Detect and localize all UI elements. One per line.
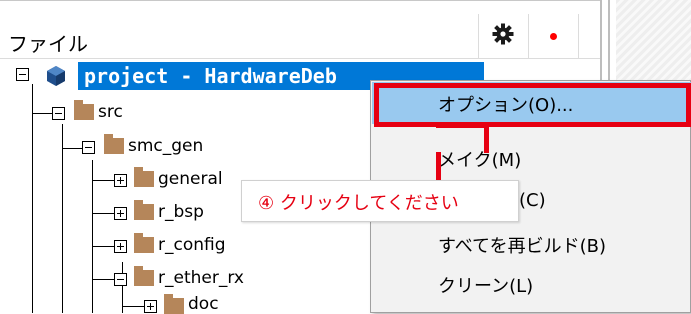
tree-guide (92, 180, 114, 181)
header-divider (478, 14, 479, 58)
header-divider (528, 14, 529, 58)
menu-item-rebuild-all[interactable]: すべてを再ビルド(B) (438, 232, 606, 258)
tree-item-smc-gen[interactable]: smc_gen (128, 136, 203, 156)
folder-icon (74, 100, 94, 120)
pane-header-label: ファイル (8, 32, 88, 56)
tree-guide (32, 113, 52, 114)
tree-item-r-bsp[interactable]: r_bsp (158, 202, 204, 222)
highlight-box (374, 83, 691, 127)
tree-item-doc[interactable]: doc (188, 294, 219, 314)
folder-icon (134, 233, 154, 253)
header-divider (578, 14, 579, 58)
collapse-icon[interactable] (52, 107, 65, 120)
collapse-icon[interactable] (16, 68, 29, 81)
callout-connector (484, 123, 489, 153)
folder-icon (134, 200, 154, 220)
callout-connector (436, 123, 488, 128)
tree-item-src[interactable]: src (98, 102, 123, 122)
folder-icon (134, 167, 154, 187)
tree-item-r-config[interactable]: r_config (158, 235, 226, 255)
tree-guide (62, 148, 82, 149)
expand-icon[interactable] (114, 174, 127, 187)
menu-item-c[interactable]: (C) (519, 190, 546, 211)
collapse-icon[interactable] (114, 273, 127, 286)
tree-guide (92, 246, 114, 247)
project-cube-icon (47, 66, 65, 86)
project-label[interactable]: project - HardwareDeb (84, 64, 337, 88)
gear-icon[interactable] (491, 22, 515, 46)
expand-icon[interactable] (114, 207, 127, 220)
red-dot-icon[interactable] (550, 33, 557, 40)
folder-icon (104, 134, 124, 154)
folder-icon (164, 294, 184, 314)
tree-guide (32, 84, 33, 313)
menu-item-clean[interactable]: クリーン(L) (438, 272, 533, 298)
tree-item-r-ether-rx[interactable]: r_ether_rx (158, 268, 244, 288)
folder-icon (134, 266, 154, 286)
tree-guide (92, 160, 93, 313)
tree-guide (92, 279, 114, 280)
tree-guide (122, 306, 144, 307)
expand-icon[interactable] (114, 240, 127, 253)
menu-item-make[interactable]: メイク(M) (438, 146, 521, 172)
tree-guide (62, 124, 63, 313)
collapse-icon[interactable] (82, 141, 95, 154)
tree-guide (92, 213, 114, 214)
expand-icon[interactable] (144, 300, 157, 313)
instruction-text: ④ クリックしてください (258, 193, 459, 214)
tree-item-general[interactable]: general (158, 169, 223, 189)
